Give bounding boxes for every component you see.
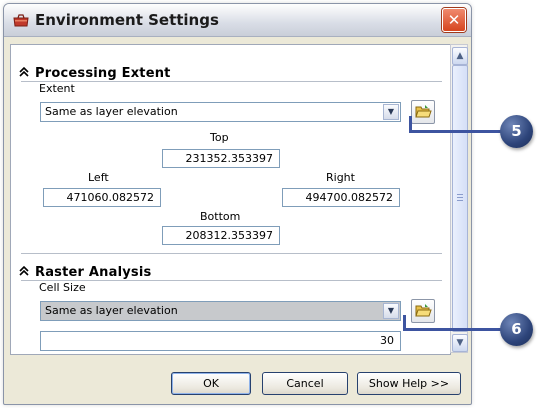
scroll-up-button[interactable]: ▲ bbox=[452, 47, 468, 65]
scroll-down-button[interactable]: ▼ bbox=[452, 334, 468, 352]
grip-icon bbox=[457, 194, 463, 201]
raster-analysis-title: Raster Analysis bbox=[35, 265, 152, 280]
open-folder-icon bbox=[415, 304, 432, 317]
top-field[interactable]: 231352.353397 bbox=[162, 149, 280, 168]
right-field[interactable]: 494700.082572 bbox=[282, 188, 400, 207]
processing-extent-header[interactable]: Processing Extent bbox=[19, 66, 171, 81]
callout-leader-5 bbox=[409, 130, 502, 133]
chevron-down-icon[interactable]: ▼ bbox=[383, 104, 399, 120]
cell-size-selected-value: Same as layer elevation bbox=[45, 304, 178, 317]
callout-leader-6 bbox=[403, 328, 502, 331]
cell-size-label: Cell Size bbox=[39, 281, 86, 294]
show-help-button[interactable]: Show Help >> bbox=[357, 372, 461, 395]
right-label: Right bbox=[326, 171, 355, 184]
top-label: Top bbox=[210, 131, 229, 144]
section-divider bbox=[21, 81, 442, 82]
environment-settings-dialog: Environment Settings ✕ Processing Extent… bbox=[3, 3, 472, 405]
close-button[interactable]: ✕ bbox=[442, 8, 466, 32]
extent-browse-button[interactable] bbox=[411, 100, 435, 124]
window-title: Environment Settings bbox=[35, 11, 219, 29]
double-chevron-up-icon bbox=[19, 265, 31, 279]
bottom-label: Bottom bbox=[200, 210, 241, 223]
bottom-field[interactable]: 208312.353397 bbox=[162, 226, 280, 245]
raster-analysis-header[interactable]: Raster Analysis bbox=[19, 265, 151, 280]
cancel-button[interactable]: Cancel bbox=[262, 372, 348, 395]
scroll-thumb[interactable] bbox=[452, 65, 468, 332]
extent-dropdown[interactable]: Same as layer elevation ▼ bbox=[40, 102, 401, 122]
cell-size-field[interactable]: 30 bbox=[40, 331, 401, 351]
callout-badge-5: 5 bbox=[500, 115, 533, 148]
left-label: Left bbox=[88, 171, 109, 184]
close-icon: ✕ bbox=[447, 11, 461, 29]
extent-selected-value: Same as layer elevation bbox=[45, 105, 178, 118]
left-field[interactable]: 471060.082572 bbox=[43, 188, 161, 207]
vertical-scrollbar[interactable]: ▲ ▼ bbox=[450, 44, 468, 353]
title-bar[interactable]: Environment Settings ✕ bbox=[4, 4, 471, 37]
callout-badge-6: 6 bbox=[500, 313, 533, 346]
extent-label: Extent bbox=[39, 82, 75, 95]
cell-size-browse-button[interactable] bbox=[411, 299, 435, 323]
settings-panel: Processing Extent Extent Same as layer e… bbox=[10, 44, 451, 355]
ok-button[interactable]: OK bbox=[171, 372, 251, 395]
open-folder-icon bbox=[415, 105, 432, 118]
toolbox-icon bbox=[13, 14, 29, 27]
section-divider bbox=[21, 253, 442, 254]
chevron-down-icon[interactable]: ▼ bbox=[383, 303, 399, 319]
processing-extent-title: Processing Extent bbox=[35, 66, 171, 81]
cell-size-dropdown[interactable]: Same as layer elevation ▼ bbox=[40, 301, 401, 321]
double-chevron-up-icon bbox=[19, 66, 31, 80]
